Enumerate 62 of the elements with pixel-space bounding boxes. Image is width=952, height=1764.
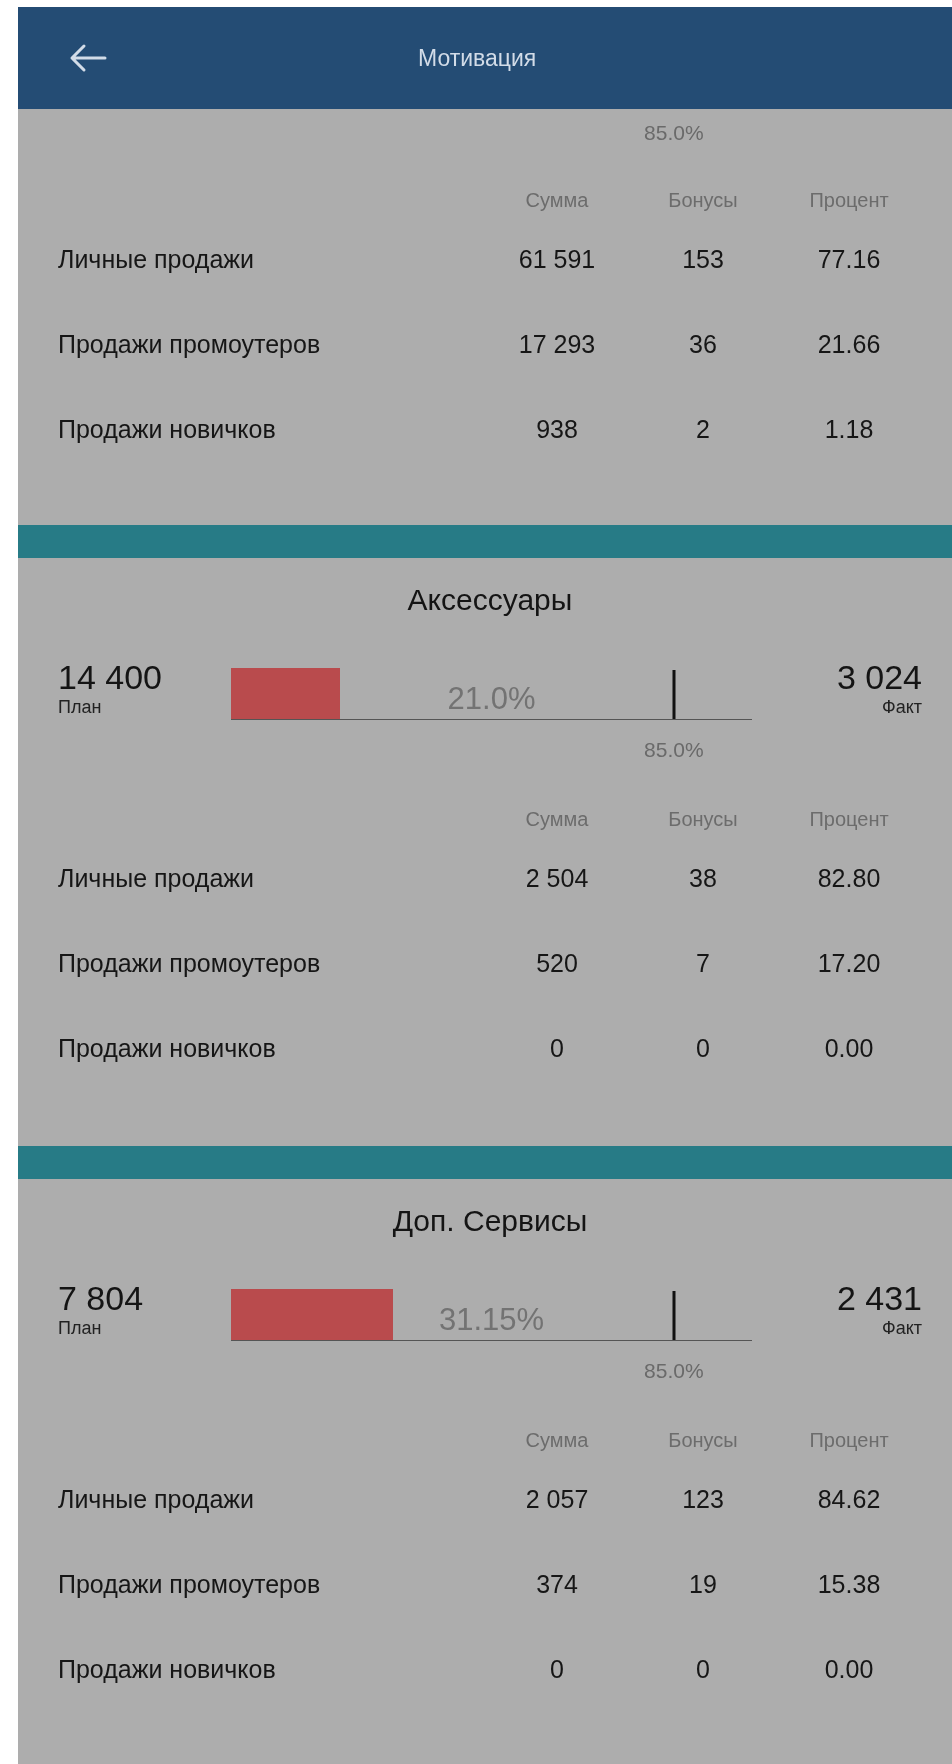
row-label: Продажи новичков	[58, 415, 276, 444]
column-header: Сумма	[525, 807, 589, 831]
row-label: Продажи промоутеров	[58, 1570, 321, 1599]
plan-value: 14 400	[58, 658, 162, 696]
fact-value: 2 431	[836, 1279, 922, 1317]
column-header: Сумма	[525, 1428, 589, 1452]
table-cell: 2 504	[525, 864, 589, 893]
column-header: Бонусы	[668, 1428, 738, 1452]
section-title: Аксессуары	[406, 582, 574, 618]
table-cell: 82.80	[817, 864, 881, 893]
table-cell: 61 591	[518, 245, 596, 274]
table-cell: 17 293	[518, 330, 596, 359]
progress-percent: 31.15%	[438, 1301, 545, 1339]
table-cell: 153	[682, 245, 724, 274]
table-cell: 0.00	[824, 1655, 874, 1684]
fact-label: Факт	[881, 1317, 922, 1339]
row-label: Личные продажи	[58, 1485, 254, 1514]
row-label: Продажи промоутеров	[58, 949, 321, 978]
row-label: Личные продажи	[58, 245, 254, 274]
section-title: Доп. Сервисы	[391, 1203, 589, 1239]
table-cell: 77.16	[817, 245, 881, 274]
table-cell: 0	[550, 1034, 564, 1063]
table-cell: 0	[550, 1655, 564, 1684]
back-arrow-icon[interactable]	[68, 43, 108, 73]
table-cell: 21.66	[817, 330, 881, 359]
row-label: Продажи новичков	[58, 1034, 276, 1063]
fact-label: Факт	[881, 696, 922, 718]
column-header: Сумма	[525, 188, 589, 212]
progress-percent: 21.0%	[447, 680, 536, 718]
table-cell: 2	[696, 415, 710, 444]
column-header: Процент	[809, 1428, 889, 1452]
target-percent: 85.0%	[644, 1358, 704, 1384]
table-cell: 938	[536, 415, 578, 444]
plan-label: План	[58, 1317, 102, 1339]
table-cell: 15.38	[817, 1570, 881, 1599]
table-cell: 520	[536, 949, 578, 978]
table-cell: 0	[696, 1034, 710, 1063]
row-label: Личные продажи	[58, 864, 254, 893]
plan-label: План	[58, 696, 102, 718]
screen-title: Мотивация	[418, 44, 537, 72]
table-cell: 2 057	[525, 1485, 589, 1514]
table-cell: 0.00	[824, 1034, 874, 1063]
table-cell: 38	[689, 864, 717, 893]
table-cell: 0	[696, 1655, 710, 1684]
table-cell: 84.62	[817, 1485, 881, 1514]
table-cell: 17.20	[817, 949, 881, 978]
row-label: Продажи промоутеров	[58, 330, 321, 359]
fact-value: 3 024	[836, 658, 922, 696]
table-cell: 123	[682, 1485, 724, 1514]
column-header: Процент	[809, 188, 889, 212]
plan-value: 7 804	[58, 1279, 144, 1317]
table-cell: 7	[696, 949, 710, 978]
column-header: Бонусы	[668, 188, 738, 212]
table-cell: 19	[689, 1570, 717, 1599]
row-label: Продажи новичков	[58, 1655, 276, 1684]
table-cell: 1.18	[824, 415, 874, 444]
table-cell: 374	[536, 1570, 578, 1599]
target-percent: 85.0%	[644, 737, 704, 763]
column-header: Бонусы	[668, 807, 738, 831]
table-cell: 36	[689, 330, 717, 359]
column-header: Процент	[809, 807, 889, 831]
target-percent: 85.0%	[644, 120, 704, 146]
